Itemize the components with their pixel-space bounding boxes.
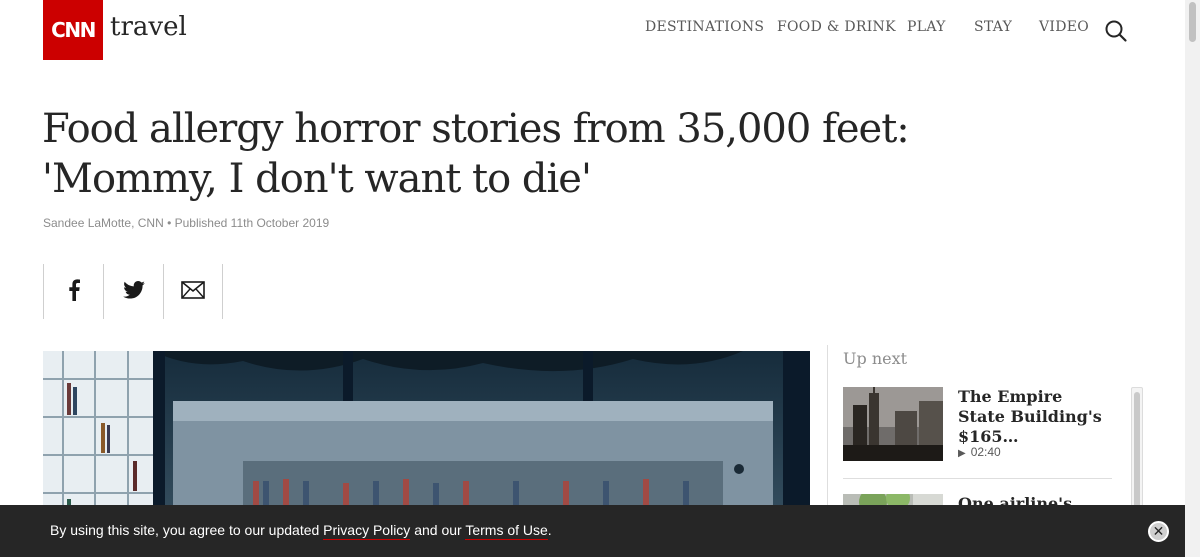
duration-text: 02:40 [970,445,1001,459]
nav-stay[interactable]: STAY [974,19,1012,35]
published-date: Published 11th October 2019 [174,216,330,230]
video-duration: ▶ 02:40 [958,445,1001,459]
nav-play[interactable]: PLAY [907,19,946,35]
privacy-policy-link[interactable]: Privacy Policy [323,522,411,540]
page-scrollbar[interactable] [1185,0,1200,557]
facebook-share-button[interactable] [43,264,103,319]
search-icon[interactable] [1104,19,1128,43]
cookie-text-before: By using this site, you agree to our upd… [50,522,324,538]
cookie-text-middle: and our [410,522,466,538]
play-icon: ▶ [958,448,966,459]
twitter-share-button[interactable] [103,264,163,319]
byline-separator: • [167,216,172,230]
video-thumbnail[interactable] [843,387,943,461]
facebook-icon [67,278,81,305]
headline-line-1: Food allergy horror stories from 35,000 … [42,106,910,152]
sidebar-divider [843,478,1112,479]
email-icon [181,280,205,303]
video-item[interactable]: The Empire State Building's $165… ▶ 02:40 [843,387,1113,467]
close-icon[interactable]: ✕ [1148,521,1169,542]
nav-destinations[interactable]: DESTINATIONS [645,19,764,35]
cookie-banner: By using this site, you agree to our upd… [0,505,1185,557]
nav-food-drink[interactable]: FOOD & DRINK [777,19,896,35]
twitter-icon [122,280,145,303]
nav-video[interactable]: VIDEO [1039,19,1089,35]
cookie-message: By using this site, you agree to our upd… [50,522,552,540]
terms-of-use-link[interactable]: Terms of Use [465,522,548,540]
author: Sandee LaMotte, CNN [43,216,164,230]
page-scrollbar-thumb[interactable] [1189,2,1196,42]
cookie-text-after: . [547,522,552,538]
email-share-button[interactable] [163,264,223,319]
main-nav: DESTINATIONS FOOD & DRINK PLAY STAY VIDE… [0,19,1200,41]
byline: Sandee LaMotte, CNN • Published 11th Oct… [43,216,329,230]
share-bar [43,264,223,319]
article-headline: Food allergy horror stories from 35,000 … [42,104,942,204]
up-next-heading: Up next [843,349,908,368]
video-title[interactable]: The Empire State Building's $165… [958,387,1113,447]
headline-line-2: 'Mommy, I don't want to die' [42,156,592,202]
